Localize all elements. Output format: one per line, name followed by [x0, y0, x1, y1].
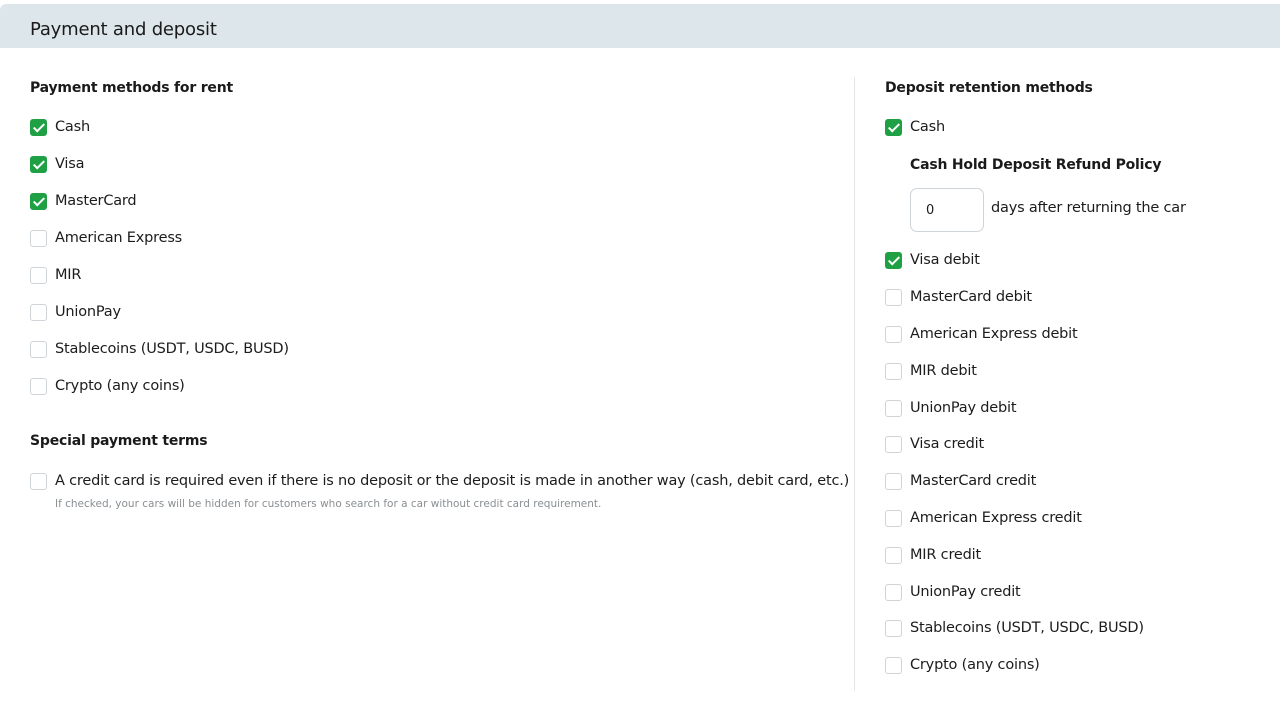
checkbox-label: Visa credit [910, 436, 984, 452]
special-terms-title: Special payment terms [30, 433, 208, 449]
checkbox[interactable] [885, 509, 902, 527]
deposit-methods-title: Deposit retention methods [885, 80, 1093, 96]
refund-days-input[interactable] [910, 188, 984, 232]
checkbox-checked[interactable] [30, 155, 47, 173]
checkbox-checked[interactable] [30, 118, 47, 136]
checkbox-label: Visa debit [910, 252, 980, 268]
page-title: Payment and deposit [30, 19, 217, 40]
checkbox[interactable] [30, 266, 47, 284]
checkbox-label: Stablecoins (USDT, USDC, BUSD) [55, 341, 289, 357]
checkbox[interactable] [30, 303, 47, 321]
deposit-method-unionpay-credit[interactable]: UnionPay credit [885, 582, 1021, 602]
payment-method-stablecoins[interactable]: Stablecoins (USDT, USDC, BUSD) [30, 339, 289, 359]
checkbox-label: A credit card is required even if there … [55, 473, 850, 489]
deposit-method-mir-debit[interactable]: MIR debit [885, 361, 977, 381]
deposit-method-mastercard-credit[interactable]: MasterCard credit [885, 471, 1036, 491]
credit-card-hint: If checked, your cars will be hidden for… [55, 498, 602, 510]
deposit-method-visa-credit[interactable]: Visa credit [885, 434, 984, 454]
checkbox-checked[interactable] [30, 192, 47, 210]
checkbox[interactable] [30, 377, 47, 395]
checkbox-label: UnionPay [55, 304, 121, 320]
checkbox-label: MIR [55, 267, 82, 283]
payment-methods-title: Payment methods for rent [30, 80, 233, 96]
checkbox-checked[interactable] [885, 118, 902, 136]
checkbox-label: Crypto (any coins) [55, 378, 185, 394]
payment-method-mastercard[interactable]: MasterCard [30, 191, 137, 211]
checkbox[interactable] [885, 656, 902, 674]
payment-method-visa[interactable]: Visa [30, 154, 84, 174]
checkbox[interactable] [885, 546, 902, 564]
checkbox-label: UnionPay credit [910, 584, 1021, 600]
checkbox-label: Stablecoins (USDT, USDC, BUSD) [910, 620, 1144, 636]
checkbox-label: Visa [55, 156, 85, 172]
checkbox[interactable] [30, 472, 47, 490]
deposit-method-amex-debit[interactable]: American Express debit [885, 324, 1078, 344]
checkbox-label: Crypto (any coins) [910, 657, 1040, 673]
checkbox[interactable] [885, 583, 902, 601]
deposit-method-cash[interactable]: Cash [885, 117, 945, 137]
deposit-method-mir-credit[interactable]: MIR credit [885, 545, 981, 565]
checkbox-label: MasterCard credit [910, 473, 1037, 489]
checkbox[interactable] [885, 435, 902, 453]
deposit-method-mastercard-debit[interactable]: MasterCard debit [885, 287, 1032, 307]
checkbox-checked[interactable] [885, 251, 902, 269]
refund-days-suffix: days after returning the car [991, 200, 1186, 216]
deposit-method-amex-credit[interactable]: American Express credit [885, 508, 1082, 528]
checkbox-label: American Express debit [910, 326, 1078, 342]
checkbox-label: MasterCard [55, 193, 137, 209]
checkbox-label: American Express credit [910, 510, 1082, 526]
checkbox[interactable] [885, 362, 902, 380]
payment-method-crypto[interactable]: Crypto (any coins) [30, 376, 185, 396]
deposit-method-crypto[interactable]: Crypto (any coins) [885, 655, 1040, 675]
credit-card-required-option[interactable]: A credit card is required even if there … [30, 471, 849, 491]
checkbox[interactable] [30, 229, 47, 247]
checkbox[interactable] [885, 619, 902, 637]
checkbox-label: Cash [55, 119, 90, 135]
payment-method-cash[interactable]: Cash [30, 117, 90, 137]
checkbox-label: MasterCard debit [910, 289, 1032, 305]
column-divider [854, 77, 855, 691]
refund-policy-title: Cash Hold Deposit Refund Policy [910, 157, 1162, 173]
checkbox[interactable] [885, 288, 902, 306]
checkbox-label: American Express [55, 230, 183, 246]
payment-method-american-express[interactable]: American Express [30, 228, 182, 248]
checkbox[interactable] [885, 472, 902, 490]
checkbox-label: UnionPay debit [910, 400, 1017, 416]
deposit-method-visa-debit[interactable]: Visa debit [885, 250, 980, 270]
checkbox-label: MIR debit [910, 363, 977, 379]
deposit-method-stablecoins[interactable]: Stablecoins (USDT, USDC, BUSD) [885, 618, 1144, 638]
checkbox[interactable] [30, 340, 47, 358]
payment-method-mir[interactable]: MIR [30, 265, 81, 285]
checkbox[interactable] [885, 399, 902, 417]
section-header: Payment and deposit [0, 4, 1280, 48]
checkbox[interactable] [885, 325, 902, 343]
checkbox-label: Cash [910, 119, 945, 135]
deposit-method-unionpay-debit[interactable]: UnionPay debit [885, 398, 1017, 418]
checkbox-label: MIR credit [910, 547, 981, 563]
payment-method-unionpay[interactable]: UnionPay [30, 302, 121, 322]
